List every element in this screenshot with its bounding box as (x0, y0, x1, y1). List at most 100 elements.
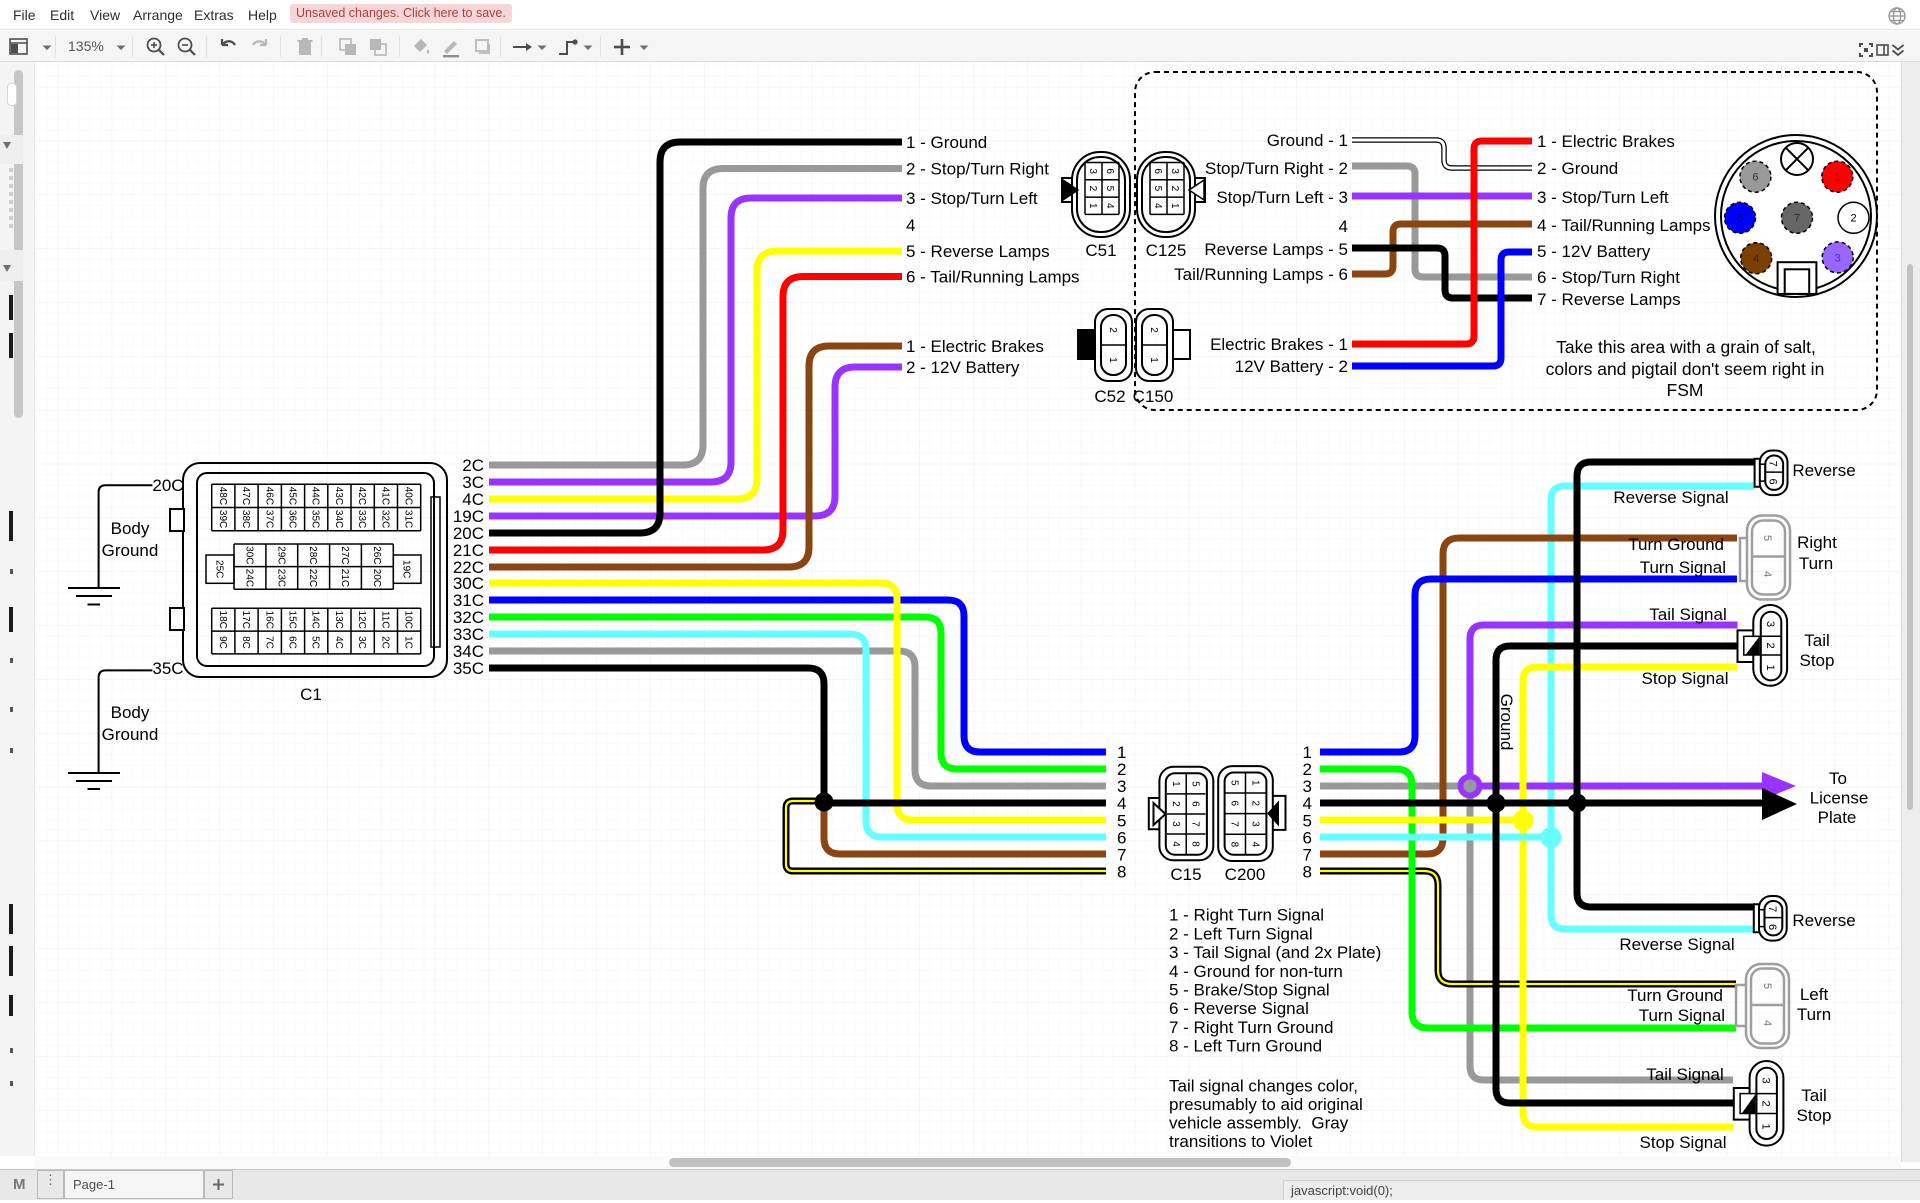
svg-text:6: 6 (1752, 172, 1758, 184)
svg-text:2: 2 (1760, 1100, 1772, 1106)
svg-text:4 - Ground for non-turn: 4 - Ground for non-turn (1169, 962, 1343, 981)
svg-text:20C: 20C (152, 476, 183, 495)
svg-text:30C: 30C (243, 546, 254, 564)
svg-text:1: 1 (1107, 357, 1118, 363)
svg-text:48C: 48C (217, 487, 228, 505)
svg-text:8: 8 (1229, 842, 1240, 848)
svg-text:4: 4 (1761, 1020, 1773, 1026)
svg-text:3 - Stop/Turn Left: 3 - Stop/Turn Left (906, 189, 1038, 208)
svg-text:5 - 12V Battery: 5 - 12V Battery (1537, 242, 1651, 261)
svg-text:2: 2 (1249, 801, 1260, 807)
svg-text:2 - 12V Battery: 2 - 12V Battery (906, 358, 1020, 377)
svg-text:2: 2 (1169, 186, 1180, 192)
svg-text:27C: 27C (339, 546, 350, 564)
svg-text:colors and pigtail don't seem: colors and pigtail don't seem right in (1546, 359, 1825, 379)
svg-text:1: 1 (1169, 203, 1180, 209)
svg-text:7: 7 (1229, 821, 1240, 827)
svg-text:Body: Body (111, 703, 150, 722)
svg-text:34C: 34C (333, 510, 344, 528)
svg-text:transitions to Violet: transitions to Violet (1169, 1132, 1313, 1151)
svg-text:39C: 39C (217, 510, 228, 528)
svg-text:4: 4 (1761, 571, 1773, 577)
svg-text:Turn Ground: Turn Ground (1628, 535, 1724, 554)
svg-text:Stop: Stop (1800, 651, 1835, 670)
svg-text:Right: Right (1797, 533, 1837, 552)
svg-text:3: 3 (1087, 168, 1098, 174)
svg-text:4 - Tail/Running Lamps: 4 - Tail/Running Lamps (1537, 216, 1711, 235)
svg-text:8: 8 (1117, 862, 1126, 881)
svg-text:6 - Reverse Signal: 6 - Reverse Signal (1169, 999, 1309, 1018)
svg-text:29C: 29C (275, 546, 286, 564)
svg-text:5 - Reverse Lamps: 5 - Reverse Lamps (906, 242, 1050, 261)
svg-text:Left: Left (1800, 985, 1829, 1004)
svg-text:3C: 3C (356, 636, 367, 649)
svg-text:6: 6 (1767, 478, 1779, 484)
svg-text:17C: 17C (240, 611, 251, 629)
svg-text:Stop/Turn Right - 2: Stop/Turn Right - 2 (1205, 159, 1348, 178)
svg-text:38C: 38C (240, 510, 251, 528)
svg-text:Tail signal changes color,: Tail signal changes color, (1169, 1076, 1358, 1095)
svg-text:6 - Stop/Turn Right: 6 - Stop/Turn Right (1537, 268, 1680, 287)
svg-text:Stop Signal: Stop Signal (1642, 669, 1729, 688)
svg-text:11C: 11C (379, 611, 390, 629)
svg-text:C200: C200 (1225, 865, 1266, 884)
svg-text:5 - Brake/Stop Signal: 5 - Brake/Stop Signal (1169, 981, 1330, 1000)
svg-text:4: 4 (1753, 253, 1759, 265)
svg-text:3 - Stop/Turn Left: 3 - Stop/Turn Left (1537, 188, 1669, 207)
svg-text:20C: 20C (371, 569, 382, 587)
svg-text:16C: 16C (263, 611, 274, 629)
svg-text:3: 3 (1170, 821, 1181, 827)
svg-text:1 - Right Turn Signal: 1 - Right Turn Signal (1169, 906, 1324, 925)
svg-text:47C: 47C (240, 487, 251, 505)
svg-text:1 - Electric Brakes: 1 - Electric Brakes (906, 337, 1044, 356)
svg-text:19C: 19C (401, 560, 412, 578)
svg-text:1: 1 (1834, 172, 1840, 184)
svg-text:Plate: Plate (1818, 808, 1857, 827)
svg-text:36C: 36C (286, 510, 297, 528)
svg-text:Ground: Ground (1497, 694, 1516, 751)
svg-text:22C: 22C (307, 569, 318, 587)
svg-text:2 - Stop/Turn Right: 2 - Stop/Turn Right (906, 160, 1049, 179)
svg-text:1 - Ground: 1 - Ground (906, 133, 987, 152)
svg-text:Ground - 1: Ground - 1 (1267, 131, 1348, 150)
svg-text:3: 3 (1169, 168, 1180, 174)
svg-text:1: 1 (1148, 357, 1159, 363)
svg-text:Reverse Signal: Reverse Signal (1613, 488, 1728, 507)
svg-text:5: 5 (1229, 780, 1240, 786)
svg-text:2: 2 (1850, 213, 1856, 225)
svg-text:2 - Ground: 2 - Ground (1537, 159, 1618, 178)
svg-text:8C: 8C (240, 636, 251, 649)
svg-text:3 - Tail Signal (and 2x Plate): 3 - Tail Signal (and 2x Plate) (1169, 943, 1381, 962)
svg-text:Turn Ground: Turn Ground (1627, 986, 1723, 1005)
svg-text:4C: 4C (333, 636, 344, 649)
svg-text:1 - Electric Brakes: 1 - Electric Brakes (1537, 132, 1675, 151)
svg-text:8: 8 (1189, 841, 1200, 847)
svg-text:5: 5 (1104, 186, 1115, 192)
svg-text:C125: C125 (1146, 241, 1187, 260)
svg-text:7: 7 (1189, 821, 1200, 827)
svg-text:7: 7 (1794, 213, 1800, 225)
svg-text:C52: C52 (1094, 387, 1125, 406)
svg-text:Ground: Ground (102, 541, 159, 560)
svg-text:44C: 44C (310, 487, 321, 505)
svg-text:Reverse: Reverse (1792, 461, 1855, 480)
svg-text:C150: C150 (1133, 387, 1174, 406)
svg-text:33C: 33C (356, 510, 367, 528)
svg-text:6: 6 (1104, 168, 1115, 174)
svg-text:3: 3 (1760, 1077, 1772, 1083)
svg-text:10C: 10C (403, 611, 414, 629)
svg-text:5: 5 (1189, 781, 1200, 787)
svg-text:45C: 45C (286, 487, 297, 505)
svg-text:Turn Signal: Turn Signal (1639, 1006, 1725, 1025)
svg-text:6: 6 (1152, 168, 1163, 174)
svg-text:3: 3 (1249, 821, 1260, 827)
svg-text:Stop Signal: Stop Signal (1640, 1133, 1727, 1152)
svg-text:21C: 21C (339, 569, 350, 587)
svg-text:Ground: Ground (102, 725, 159, 744)
svg-text:5C: 5C (310, 636, 321, 649)
svg-text:Tail/Running Lamps - 6: Tail/Running Lamps - 6 (1174, 265, 1348, 284)
svg-text:35C: 35C (310, 510, 321, 528)
svg-text:13C: 13C (333, 611, 344, 629)
svg-text:2: 2 (1148, 327, 1159, 333)
svg-text:43C: 43C (333, 487, 344, 505)
